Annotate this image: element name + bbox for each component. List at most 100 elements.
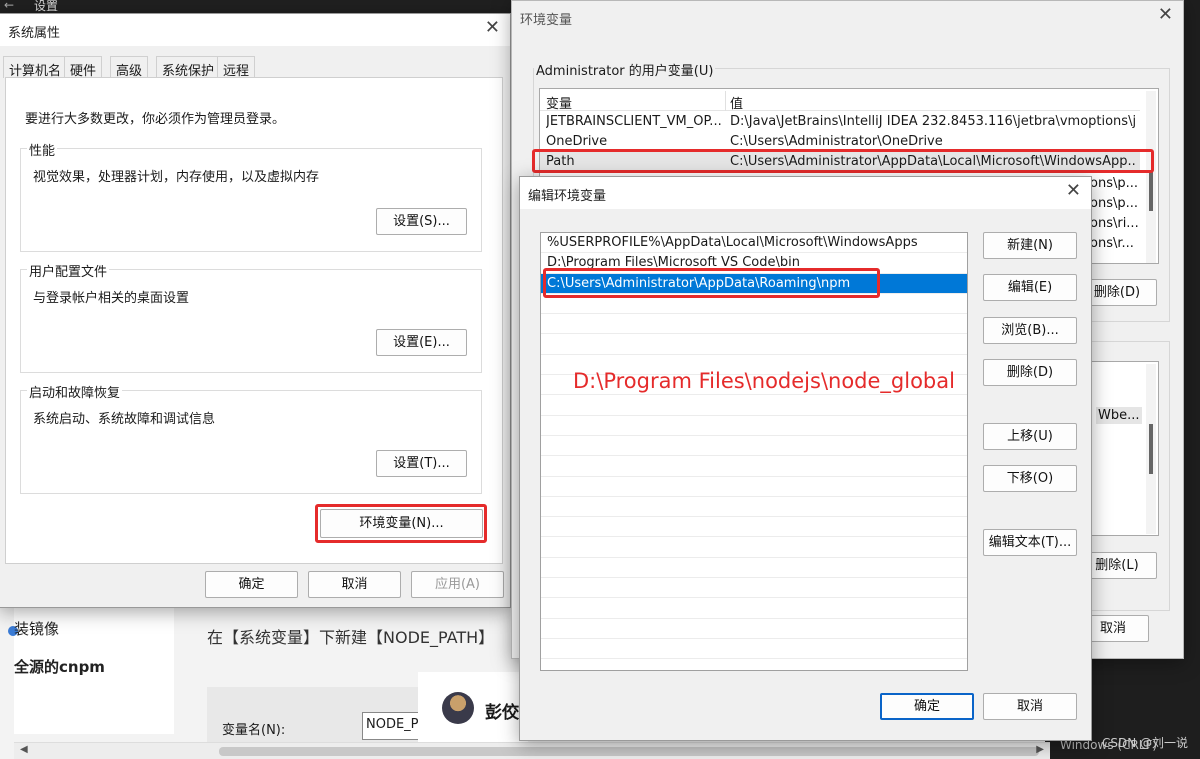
empty-list-row[interactable] — [541, 558, 967, 579]
var-name-label: 变量名(N): — [222, 723, 286, 738]
tab-computer-name[interactable]: 计算机名 — [3, 56, 68, 79]
avatar[interactable] — [442, 692, 474, 724]
variable-name: JETBRAINSCLIENT_VM_OP... — [546, 114, 721, 129]
path-entry: %USERPROFILE%\AppData\Local\Microsoft\Wi… — [547, 235, 918, 250]
group-description: 与登录帐户相关的桌面设置 — [33, 291, 190, 306]
system-variables-list[interactable]: Wbe... — [1087, 361, 1159, 536]
table-row-path[interactable]: Path C:\Users\Administrator\AppData\Loca… — [540, 152, 1140, 172]
path-entry: D:\Program Files\Microsoft VS Code\bin — [547, 255, 800, 271]
variable-name: OneDrive — [546, 134, 608, 149]
list-header: 变量 值 — [540, 91, 1140, 112]
tab-advanced[interactable]: 高级 — [110, 56, 149, 79]
advanced-tab-page: 要进行大多数更改，你必须作为管理员登录。 性能 视觉效果，处理器计划，内存使用，… — [5, 77, 503, 564]
system-properties-dialog: 系统属性 ✕ 计算机名 硬件 高级 系统保护 远程 要进行大多数更改，你必须作为… — [0, 13, 511, 608]
empty-list-row[interactable] — [541, 639, 967, 660]
list-item[interactable]: %USERPROFILE%\AppData\Local\Microsoft\Wi… — [541, 233, 967, 254]
cancel-button[interactable]: 取消 — [308, 571, 401, 598]
column-separator[interactable] — [725, 91, 726, 111]
dialog-title: 环境变量 — [520, 13, 573, 28]
move-down-button[interactable]: 下移(O) — [983, 465, 1077, 492]
empty-list-row[interactable] — [541, 456, 967, 477]
close-icon[interactable]: ✕ — [485, 18, 500, 38]
empty-list-row[interactable] — [541, 416, 967, 436]
scrollbar-thumb[interactable] — [1149, 424, 1153, 474]
user-profile-settings-button[interactable]: 设置(E)... — [376, 329, 467, 356]
delete-button[interactable]: 删除(D) — [983, 359, 1077, 386]
scrollbar-thumb[interactable] — [1149, 171, 1153, 211]
empty-list-row[interactable] — [541, 578, 967, 599]
empty-list-row[interactable] — [541, 335, 967, 355]
group-title: 用户配置文件 — [27, 261, 110, 280]
tab-system-protection[interactable]: 系统保护 — [156, 56, 221, 79]
nav-item-mirror[interactable]: 装镜像 — [14, 618, 59, 639]
table-row[interactable]: OneDrive C:\Users\Administrator\OneDrive — [540, 132, 1140, 152]
empty-list-row[interactable] — [541, 619, 967, 639]
performance-settings-button[interactable]: 设置(S)... — [376, 208, 467, 235]
peek-value: ons\ri... — [1090, 216, 1139, 231]
group-description: 系统启动、系统故障和调试信息 — [33, 412, 216, 427]
environment-variables-button[interactable]: 环境变量(N)... — [320, 509, 483, 538]
close-icon[interactable]: ✕ — [1158, 5, 1173, 25]
dialog-title: 编辑环境变量 — [528, 189, 607, 204]
scroll-left-icon[interactable]: ◀ — [20, 744, 28, 755]
list-item-selected[interactable]: C:\Users\Administrator\AppData\Roaming\n… — [541, 273, 967, 294]
move-up-button[interactable]: 上移(U) — [983, 423, 1077, 450]
column-header-value[interactable]: 值 — [730, 93, 1135, 112]
table-row[interactable]: JETBRAINSCLIENT_VM_OP... D:\Java\JetBrai… — [540, 112, 1140, 132]
group-description: 视觉效果，处理器计划，内存使用，以及虚拟内存 — [33, 170, 320, 185]
new-button[interactable]: 新建(N) — [983, 232, 1077, 259]
scroll-right-icon[interactable]: ▶ — [1036, 744, 1044, 755]
empty-list-row[interactable] — [541, 538, 967, 558]
tab-remote[interactable]: 远程 — [217, 56, 256, 79]
scrollbar-thumb[interactable] — [219, 747, 1039, 756]
peek-value: ons\r... — [1090, 236, 1134, 251]
startup-recovery-group: 启动和故障恢复 系统启动、系统故障和调试信息 设置(T)... — [20, 382, 482, 494]
group-title: 性能 — [27, 140, 58, 159]
variable-name: Path — [546, 154, 575, 169]
user-profile-group: 用户配置文件 与登录帐户相关的桌面设置 设置(E)... — [20, 261, 482, 373]
edit-text-button[interactable]: 编辑文本(T)... — [983, 529, 1077, 556]
performance-group: 性能 视觉效果，处理器计划，内存使用，以及虚拟内存 设置(S)... — [20, 140, 482, 252]
author-name[interactable]: 彭佼 — [485, 698, 519, 723]
horizontal-scrollbar[interactable]: ◀ ▶ — [14, 742, 1050, 759]
empty-list-row[interactable] — [541, 517, 967, 538]
system-properties-titlebar: 系统属性 ✕ — [0, 14, 510, 46]
edit-button[interactable]: 编辑(E) — [983, 274, 1077, 301]
empty-list-row[interactable] — [541, 497, 967, 518]
browse-button[interactable]: 浏览(B)... — [983, 317, 1077, 344]
watermark: CSDN @刘一说 — [1102, 736, 1189, 750]
variable-value: D:\Java\JetBrains\IntelliJ IDEA 232.8453… — [730, 114, 1135, 129]
list-item[interactable]: D:\Program Files\Microsoft VS Code\bin — [541, 253, 967, 274]
column-header-variable[interactable]: 变量 — [546, 93, 721, 112]
ok-button[interactable]: 确定 — [880, 693, 974, 720]
cancel-button[interactable]: 取消 — [983, 693, 1077, 720]
peek-value: ons\p... — [1090, 176, 1138, 191]
dialog-title: 系统属性 — [8, 26, 61, 41]
edit-env-titlebar: 编辑环境变量 ✕ — [520, 177, 1091, 209]
settings-nav: 装镜像 全源的cnpm — [8, 600, 174, 734]
tab-hardware[interactable]: 硬件 — [64, 56, 103, 79]
empty-list-row[interactable] — [541, 395, 967, 416]
article-text: 在【系统变量】下新建【NODE_PATH】 — [207, 628, 495, 647]
empty-list-row[interactable] — [541, 598, 967, 619]
admin-note: 要进行大多数更改，你必须作为管理员登录。 — [25, 112, 286, 127]
empty-list-row[interactable] — [541, 314, 967, 335]
empty-list-row[interactable] — [541, 294, 967, 315]
path-entries-list[interactable]: %USERPROFILE%\AppData\Local\Microsoft\Wi… — [540, 232, 968, 671]
apply-button[interactable]: 应用(A) — [411, 571, 504, 598]
user-list-scrollbar[interactable] — [1146, 91, 1156, 263]
startup-recovery-settings-button[interactable]: 设置(T)... — [376, 450, 467, 477]
nav-item-cnpm[interactable]: 全源的cnpm — [14, 656, 105, 677]
user-variables-title: Administrator 的用户变量(U) — [534, 60, 716, 79]
close-icon[interactable]: ✕ — [1066, 181, 1081, 201]
system-list-scrollbar[interactable] — [1146, 364, 1156, 534]
back-arrow-icon[interactable]: ← — [4, 0, 14, 12]
empty-list-row[interactable] — [541, 477, 967, 497]
variable-value: C:\Users\Administrator\OneDrive — [730, 134, 943, 149]
variable-value: C:\Users\Administrator\AppData\Local\Mic… — [730, 154, 1135, 169]
ok-button[interactable]: 确定 — [205, 571, 298, 598]
group-title: 启动和故障恢复 — [27, 382, 123, 401]
empty-list-row[interactable] — [541, 436, 967, 457]
env-titlebar: 环境变量 ✕ — [512, 1, 1183, 35]
peek-value: Wbe... — [1096, 407, 1142, 424]
